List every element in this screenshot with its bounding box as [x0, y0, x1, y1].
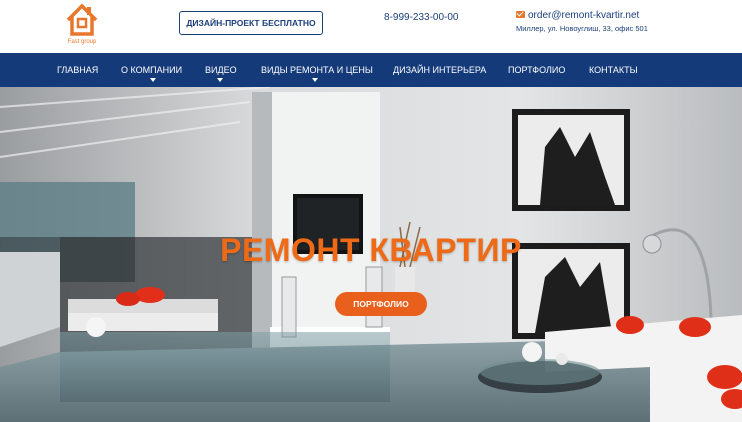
- office-address: Миллер, ул. Новоуглиш, 33, офис 501: [516, 24, 648, 33]
- email-contact[interactable]: order@remont-kvartir.net: [516, 10, 639, 21]
- phone-number[interactable]: 8-999-233-00-00: [384, 12, 459, 23]
- nav-item-repair-types[interactable]: ВИДЫ РЕМОНТА И ЦЕНЫ: [261, 65, 373, 75]
- nav-item-portfolio[interactable]: ПОРТФОЛИО: [508, 65, 565, 75]
- nav-item-about[interactable]: О КОМПАНИИ: [121, 65, 182, 75]
- free-design-project-button[interactable]: ДИЗАЙН-ПРОЕКТ БЕСПЛАТНО: [179, 11, 323, 35]
- nav-item-video[interactable]: ВИДЕО: [205, 65, 237, 75]
- logo-caption: Fast group: [67, 39, 97, 45]
- nav-item-contacts[interactable]: КОНТАКТЫ: [589, 65, 638, 75]
- portfolio-button[interactable]: ПОРТФОЛИО: [335, 292, 427, 316]
- email-address[interactable]: order@remont-kvartir.net: [528, 10, 639, 21]
- caret-down-icon[interactable]: [217, 78, 223, 82]
- caret-down-icon[interactable]: [312, 78, 318, 82]
- house-logo-icon: [66, 3, 98, 36]
- nav-item-interior-design[interactable]: ДИЗАЙН ИНТЕРЬЕРА: [393, 65, 486, 75]
- hero-banner: РЕМОНТ КВАРТИР ПОРТФОЛИО: [0, 87, 742, 422]
- hero-title: РЕМОНТ КВАРТИР: [220, 232, 522, 268]
- company-logo[interactable]: Fast group: [62, 3, 102, 49]
- nav-item-home[interactable]: ГЛАВНАЯ: [57, 65, 98, 75]
- site-header: Fast group ДИЗАЙН-ПРОЕКТ БЕСПЛАТНО 8-999…: [0, 0, 742, 53]
- caret-down-icon[interactable]: [150, 78, 156, 82]
- main-navigation: ГЛАВНАЯ О КОМПАНИИ ВИДЕО ВИДЫ РЕМОНТА И …: [0, 53, 742, 87]
- envelope-icon: [516, 11, 525, 18]
